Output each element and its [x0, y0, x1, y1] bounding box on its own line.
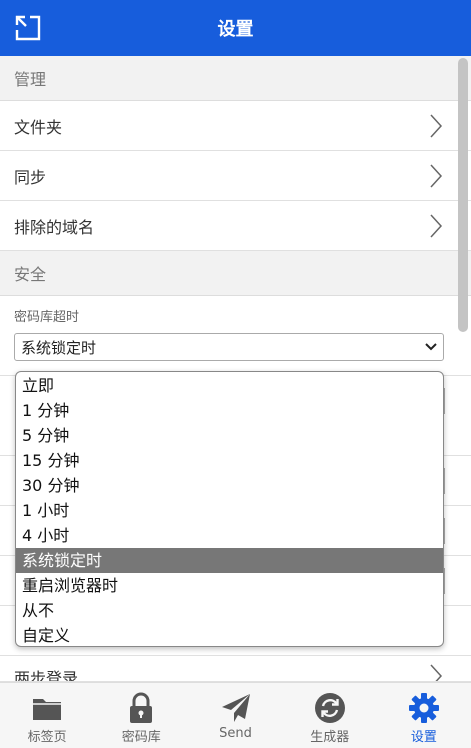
dropdown-option[interactable]: 重启浏览器时 [16, 573, 443, 598]
section-title-manage: 管理 [0, 56, 471, 101]
page-title: 设置 [217, 19, 254, 40]
dropdown-option[interactable]: 5 分钟 [16, 423, 443, 448]
vault-timeout-select[interactable]: 系统锁定时 [14, 333, 444, 361]
popout-icon[interactable] [14, 14, 42, 42]
dropdown-option[interactable]: 1 小时 [16, 498, 443, 523]
settings-item-label: 排除的域名 [14, 217, 95, 237]
tab-generator[interactable]: 生成器 [283, 683, 377, 748]
chevron-down-icon [425, 343, 437, 351]
chevron-right-icon [430, 664, 443, 681]
tab-label: Send [219, 726, 252, 741]
tab-label: 密码库 [121, 730, 161, 745]
folder-icon [33, 699, 62, 720]
dropdown-option[interactable]: 4 小时 [16, 523, 443, 548]
scrollbar[interactable] [458, 56, 468, 682]
settings-item-label: 同步 [14, 167, 47, 187]
settings-item-folders[interactable]: 文件夹 [0, 101, 471, 151]
tab-label: 生成器 [310, 730, 350, 745]
settings-item-excluded-domains[interactable]: 排除的域名 [0, 201, 471, 251]
tab-label: 标签页 [27, 730, 67, 745]
dropdown-option[interactable]: 系统锁定时 [16, 548, 443, 573]
tab-vault[interactable]: 密码库 [94, 683, 188, 748]
scrollbar-thumb[interactable] [458, 58, 468, 332]
dropdown-option[interactable]: 30 分钟 [16, 473, 443, 498]
tab-send[interactable]: Send [188, 683, 282, 748]
dropdown-option[interactable]: 自定义 [16, 623, 443, 646]
dropdown-option[interactable]: 15 分钟 [16, 448, 443, 473]
chevron-right-icon [430, 213, 443, 238]
vault-timeout-field: 密码库超时 系统锁定时 [0, 296, 471, 376]
chevron-right-icon [430, 113, 443, 138]
settings-item-sync[interactable]: 同步 [0, 151, 471, 201]
vault-timeout-value: 系统锁定时 [21, 338, 97, 357]
vault-timeout-label: 密码库超时 [14, 310, 80, 325]
tab-settings[interactable]: 设置 [377, 683, 471, 748]
gear-icon [408, 693, 439, 723]
tab-label: 设置 [410, 730, 437, 745]
tab-tabs[interactable]: 标签页 [0, 683, 94, 748]
dropdown-option[interactable]: 立即 [16, 373, 443, 398]
settings-item-label: 文件夹 [14, 117, 63, 137]
lock-icon [130, 692, 153, 723]
refresh-icon [314, 693, 345, 723]
chevron-right-icon [430, 163, 443, 188]
section-title-security: 安全 [0, 251, 471, 296]
settings-item-two-step-login[interactable]: 两步登录 [0, 656, 471, 682]
app-header: 设置 [0, 0, 471, 56]
paper-plane-icon [221, 694, 250, 722]
dropdown-option[interactable]: 1 分钟 [16, 398, 443, 423]
dropdown-option[interactable]: 从不 [16, 598, 443, 623]
vault-timeout-dropdown: 立即 1 分钟 5 分钟 15 分钟 30 分钟 1 小时 4 小时 系统锁定时 重启浏览器时从… [15, 371, 444, 647]
settings-item-label: 两步登录 [14, 669, 79, 682]
bottom-tab-bar: 标签页 密码库 Send 生成器 设置 [0, 682, 471, 748]
